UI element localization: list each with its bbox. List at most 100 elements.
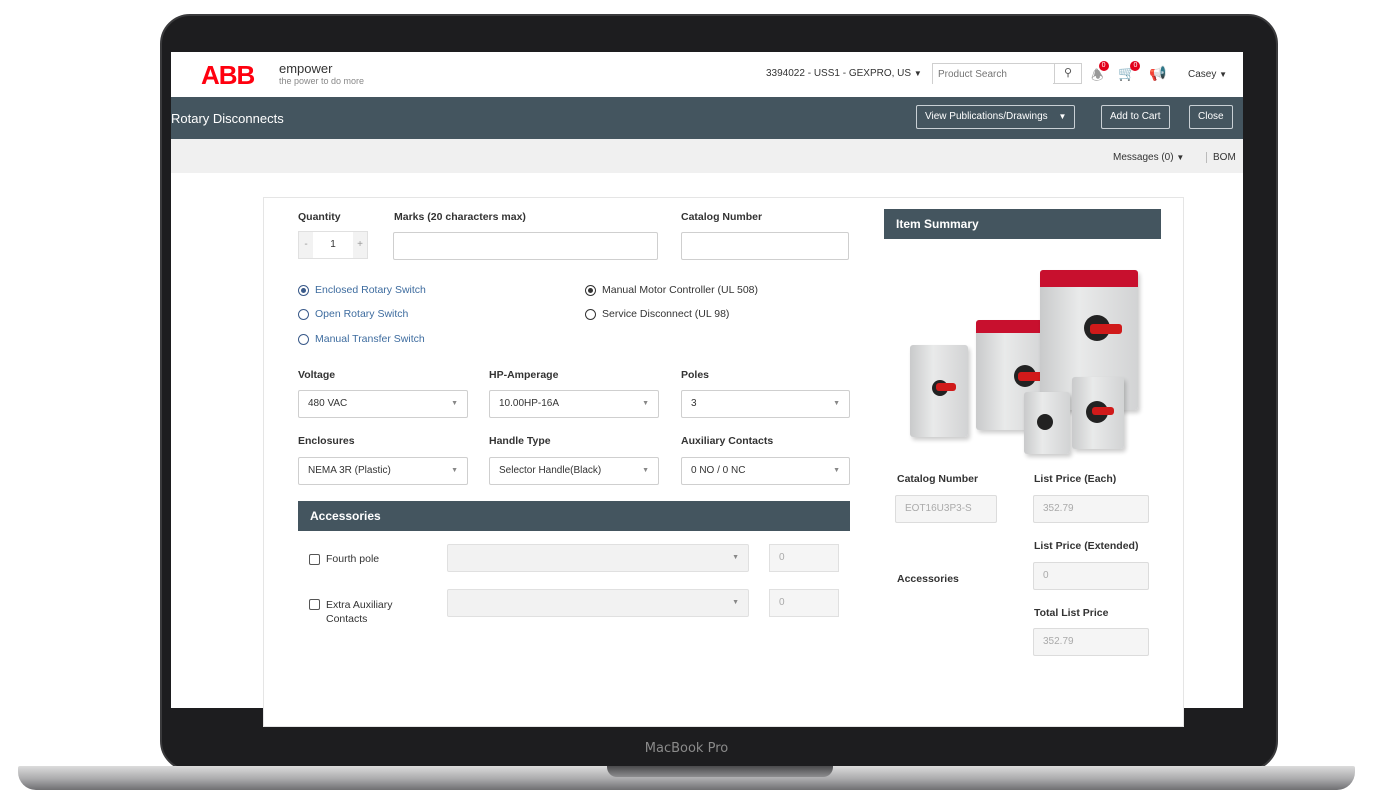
- summary-catalog-label: Catalog Number: [897, 473, 979, 485]
- chevron-down-icon: ▼: [833, 400, 840, 407]
- list-price-extended-label: List Price (Extended): [1034, 540, 1139, 552]
- search-input[interactable]: [933, 65, 1053, 84]
- cart-badge: 0: [1130, 61, 1141, 71]
- fourth-pole-select[interactable]: ▼: [447, 544, 749, 572]
- quantity-value[interactable]: 1: [315, 232, 351, 258]
- radio-label: Open Rotary Switch: [315, 308, 409, 320]
- hp-amperage-value: 10.00HP-16A: [499, 398, 560, 409]
- view-publications-label: View Publications/Drawings: [925, 111, 1048, 122]
- quantity-stepper: - 1 +: [298, 231, 368, 259]
- product-image: [900, 265, 1150, 460]
- radio-service-disconnect[interactable]: Service Disconnect (UL 98): [585, 308, 729, 320]
- voltage-select[interactable]: 480 VAC ▼: [298, 390, 468, 418]
- radio-enclosed-rotary-switch[interactable]: Enclosed Rotary Switch: [298, 284, 426, 296]
- total-list-price-value: 352.79: [1033, 628, 1149, 656]
- view-publications-button[interactable]: View Publications/Drawings ▼: [916, 105, 1076, 129]
- handle-type-select[interactable]: Selector Handle(Black) ▼: [489, 457, 659, 485]
- handle-type-value: Selector Handle(Black): [499, 465, 602, 476]
- account-label: 3394022 - USS1 - GEXPRO, US: [766, 68, 912, 79]
- brand-tagline: the power to do more: [279, 76, 365, 86]
- enclosure-small: [910, 345, 968, 437]
- brand: empower the power to do more: [279, 61, 364, 86]
- total-list-price-label: Total List Price: [1034, 607, 1109, 619]
- radio-label: Manual Transfer Switch: [315, 333, 425, 345]
- caret-down-icon: ▼: [1058, 112, 1067, 121]
- poles-value: 3: [691, 398, 697, 409]
- radio-label: Enclosed Rotary Switch: [315, 284, 426, 296]
- enclosure-tiny-left: [1024, 392, 1070, 454]
- auxiliary-contacts-value: 0 NO / 0 NC: [691, 465, 746, 476]
- checkbox-icon: [309, 599, 320, 610]
- poles-select[interactable]: 3 ▼: [681, 390, 850, 418]
- list-price-extended-value: 0: [1033, 562, 1149, 590]
- user-menu[interactable]: Casey ▼: [1188, 69, 1227, 80]
- chevron-down-icon: ▼: [642, 467, 649, 474]
- brand-name: empower: [279, 61, 333, 76]
- radio-unselected-icon: [585, 308, 596, 320]
- page-title-bar: Rotary Disconnects View Publications/Dra…: [171, 97, 1243, 139]
- voltage-value: 480 VAC: [308, 398, 348, 409]
- catalog-number-input[interactable]: [681, 232, 849, 260]
- page-title: Rotary Disconnects: [171, 111, 284, 126]
- radio-label: Service Disconnect (UL 98): [602, 308, 730, 320]
- voltage-label: Voltage: [298, 369, 336, 381]
- summary-accessories-label: Accessories: [897, 573, 959, 585]
- catalog-number-label: Catalog Number: [681, 211, 763, 223]
- extra-auxiliary-select[interactable]: ▼: [447, 589, 749, 617]
- marks-label: Marks (20 characters max): [394, 211, 526, 223]
- laptop-notch: [607, 766, 833, 777]
- caret-down-icon: ▼: [913, 69, 922, 78]
- auxiliary-contacts-select[interactable]: 0 NO / 0 NC ▼: [681, 457, 850, 485]
- enclosures-label: Enclosures: [298, 435, 355, 447]
- enclosure-tiny-right: [1072, 377, 1124, 449]
- quantity-label: Quantity: [298, 211, 341, 223]
- radio-open-rotary-switch[interactable]: Open Rotary Switch: [298, 308, 408, 320]
- hp-amperage-label: HP-Amperage: [489, 369, 559, 381]
- top-header: ABB empower the power to do more 3394022…: [171, 52, 1243, 97]
- cart-icon[interactable]: 🛒 0: [1118, 61, 1141, 82]
- device-label: MacBook Pro: [644, 741, 729, 756]
- caret-down-icon: ▼: [1219, 70, 1228, 79]
- chevron-down-icon: ▼: [451, 467, 458, 474]
- hp-amperage-select[interactable]: 10.00HP-16A ▼: [489, 390, 659, 418]
- add-to-cart-button[interactable]: Add to Cart: [1101, 105, 1170, 129]
- abb-logo[interactable]: ABB: [201, 60, 255, 91]
- bell-icon[interactable]: 🕭 0: [1091, 61, 1109, 89]
- checkbox-label: Fourth pole: [326, 553, 380, 565]
- chevron-down-icon: ▼: [642, 400, 649, 407]
- radio-selected-icon: [298, 284, 309, 296]
- close-button[interactable]: Close: [1189, 105, 1233, 129]
- radio-label: Manual Motor Controller (UL 508): [602, 284, 759, 296]
- account-selector[interactable]: 3394022 - USS1 - GEXPRO, US ▼: [766, 68, 922, 79]
- bom-link[interactable]: BOM: [1206, 152, 1236, 163]
- radio-unselected-icon: [298, 308, 309, 320]
- radio-manual-transfer-switch[interactable]: Manual Transfer Switch: [298, 333, 425, 345]
- extra-auxiliary-contacts-checkbox[interactable]: Extra Auxiliary Contacts: [309, 598, 424, 626]
- marks-input[interactable]: [393, 232, 658, 260]
- list-price-each-label: List Price (Each): [1034, 473, 1117, 485]
- megaphone-icon[interactable]: 📢: [1149, 65, 1166, 82]
- notification-badge: 0: [1098, 61, 1109, 71]
- chevron-down-icon: ▼: [732, 554, 739, 561]
- decrement-button[interactable]: -: [299, 232, 313, 258]
- search-icon[interactable]: ⚲: [1054, 64, 1081, 83]
- handle-type-label: Handle Type: [489, 435, 551, 447]
- extra-auxiliary-qty[interactable]: 0: [769, 589, 839, 617]
- radio-manual-motor-controller[interactable]: Manual Motor Controller (UL 508): [585, 284, 758, 296]
- increment-button[interactable]: +: [353, 232, 367, 258]
- messages-label: Messages (0): [1113, 152, 1174, 163]
- summary-catalog-value: EOT16U3P3-S: [895, 495, 997, 523]
- list-price-each-value: 352.79: [1033, 495, 1149, 523]
- enclosures-select[interactable]: NEMA 3R (Plastic) ▼: [298, 457, 468, 485]
- user-name: Casey: [1188, 69, 1217, 80]
- accessories-header: Accessories: [298, 501, 850, 531]
- radio-selected-icon: [585, 284, 596, 296]
- poles-label: Poles: [681, 369, 710, 381]
- messages-menu[interactable]: Messages (0) ▼: [1113, 152, 1184, 163]
- chevron-down-icon: ▼: [833, 467, 840, 474]
- caret-down-icon: ▼: [1176, 153, 1185, 162]
- chevron-down-icon: ▼: [451, 400, 458, 407]
- fourth-pole-checkbox[interactable]: Fourth pole: [309, 553, 379, 565]
- chevron-down-icon: ▼: [732, 599, 739, 606]
- fourth-pole-qty[interactable]: 0: [769, 544, 839, 572]
